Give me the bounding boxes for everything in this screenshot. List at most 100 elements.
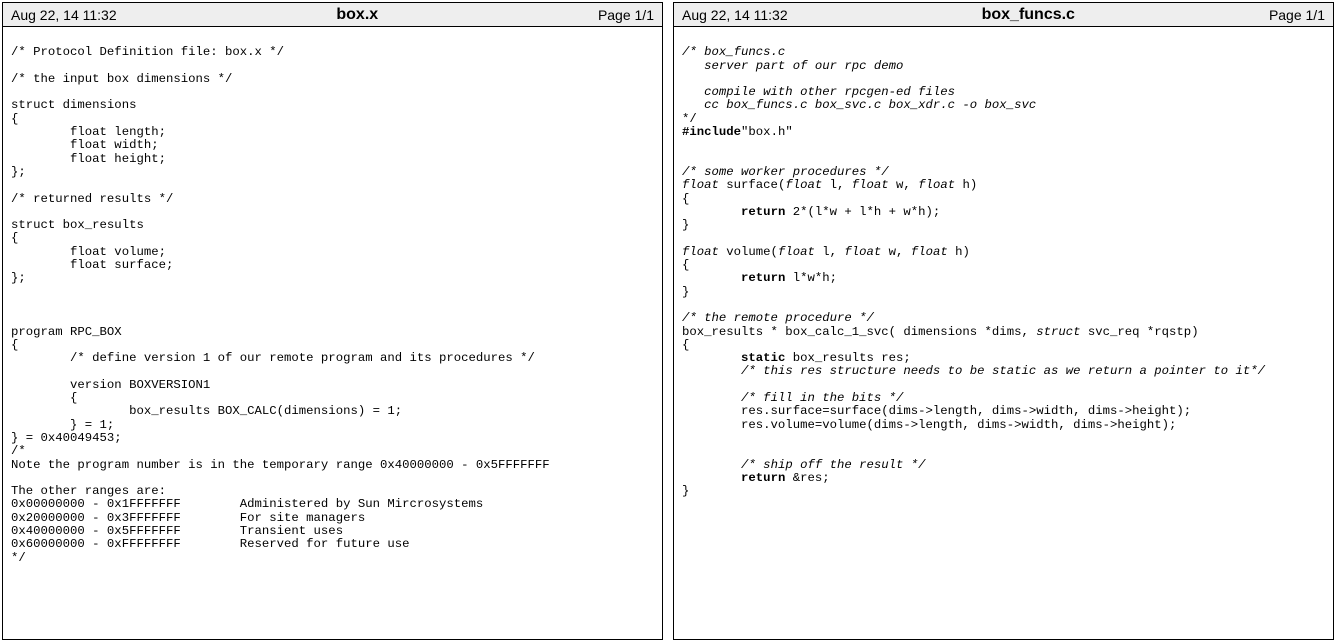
code-line: 0x40000000 - 0x5FFFFFFF Transient uses [11, 524, 343, 538]
code-line: float surface; [11, 258, 173, 272]
code-line: Note the program number is in the tempor… [11, 458, 550, 472]
code-line: struct dimensions [11, 98, 136, 112]
sig: box_results * box_calc_1_svc( dimensions… [682, 325, 1036, 339]
header-pageno: Page 1/1 [598, 7, 654, 23]
code-line: The other ranges are: [11, 484, 166, 498]
header-date: Aug 22, 14 11:32 [11, 7, 117, 23]
code-line: float length; [11, 125, 166, 139]
code-line: cc box_funcs.c box_svc.c box_xdr.c -o bo… [682, 98, 1036, 112]
type-float: float [682, 178, 719, 192]
code-line: }; [11, 165, 26, 179]
code-line: */ [682, 112, 697, 126]
decl: box_results res; [785, 351, 910, 365]
keyword-return: return [741, 271, 785, 285]
sig: l, [815, 245, 845, 259]
code-line: 0x00000000 - 0x1FFFFFFF Administered by … [11, 497, 483, 511]
header-title: box.x [117, 6, 598, 24]
code-line: /* the remote procedure */ [682, 311, 874, 325]
comment: /* this res structure needs to be static… [741, 364, 1265, 378]
code-left: /* Protocol Definition file: box.x */ /*… [3, 27, 662, 571]
keyword-return: return [741, 205, 785, 219]
code-line: { [11, 391, 77, 405]
type-float: float [682, 245, 719, 259]
code-line: static box_results res; [682, 351, 911, 365]
code-line: float volume(float l, float w, float h) [682, 245, 970, 259]
code-line: } [682, 218, 689, 232]
page-header-left: Aug 22, 14 11:32 box.x Page 1/1 [3, 3, 662, 27]
code-line: */ [11, 551, 26, 565]
code-line: struct box_results [11, 218, 144, 232]
pad [682, 471, 741, 485]
code-line: float surface(float l, float w, float h) [682, 178, 977, 192]
type-float: float [844, 245, 881, 259]
code-line: /* some worker procedures */ [682, 165, 889, 179]
pad [682, 391, 741, 405]
code-line: /* fill in the bits */ [682, 391, 903, 405]
code-line: return 2*(l*w + l*h + w*h); [682, 205, 940, 219]
keyword-include: #include [682, 125, 741, 139]
code-line: }; [11, 271, 26, 285]
sig: w, [881, 245, 911, 259]
code-line: { [11, 231, 18, 245]
code-line: /* the input box dimensions */ [11, 72, 232, 86]
sig: h) [948, 245, 970, 259]
sig: surface( [719, 178, 785, 192]
type-float: float [778, 245, 815, 259]
page-left: Aug 22, 14 11:32 box.x Page 1/1 /* Proto… [2, 2, 663, 640]
expr: l*w*h; [785, 271, 837, 285]
sig: l, [822, 178, 852, 192]
code-line: /* returned results */ [11, 192, 173, 206]
sig: svc_req *rqstp) [1081, 325, 1199, 339]
type-float: float [785, 178, 822, 192]
pad [682, 351, 741, 365]
code-line: /* ship off the result */ [682, 458, 926, 472]
pad [682, 458, 741, 472]
code-line: } = 0x40049453; [11, 431, 122, 445]
type-float: float [918, 178, 955, 192]
code-line: float height; [11, 152, 166, 166]
code-line: res.surface=surface(dims->length, dims->… [682, 404, 1191, 418]
page-right: Aug 22, 14 11:32 box_funcs.c Page 1/1 /*… [673, 2, 1334, 640]
page-header-right: Aug 22, 14 11:32 box_funcs.c Page 1/1 [674, 3, 1333, 27]
code-line: } [682, 484, 689, 498]
code-line: /* this res structure needs to be static… [682, 364, 1265, 378]
code-line: float width; [11, 138, 159, 152]
code-line: program RPC_BOX [11, 325, 122, 339]
header-pageno: Page 1/1 [1269, 7, 1325, 23]
code-line: box_results BOX_CALC(dimensions) = 1; [11, 404, 402, 418]
pad [682, 205, 741, 219]
type-float: float [911, 245, 948, 259]
code-line: /* [11, 444, 26, 458]
code-line: version BOXVERSION1 [11, 378, 210, 392]
code-line: /* define version 1 of our remote progra… [11, 351, 535, 365]
code-line: res.volume=volume(dims->length, dims->wi… [682, 418, 1176, 432]
code-line: server part of our rpc demo [682, 59, 903, 73]
code-line: } = 1; [11, 418, 114, 432]
code-line: float volume; [11, 245, 166, 259]
code-line: { [682, 258, 689, 272]
expr: &res; [785, 471, 829, 485]
keyword-return: return [741, 471, 785, 485]
code-line: } [682, 285, 689, 299]
include-arg: "box.h" [741, 125, 793, 139]
code-line: { [682, 192, 689, 206]
code-line: 0x20000000 - 0x3FFFFFFF For site manager… [11, 511, 365, 525]
sig: h) [955, 178, 977, 192]
code-line: return &res; [682, 471, 830, 485]
code-line: /* box_funcs.c [682, 45, 785, 59]
sig: w, [889, 178, 919, 192]
header-title: box_funcs.c [788, 6, 1269, 24]
code-line: { [11, 338, 18, 352]
code-line: 0x60000000 - 0xFFFFFFFF Reserved for fut… [11, 537, 409, 551]
code-line: #include"box.h" [682, 125, 793, 139]
pad [682, 271, 741, 285]
comment: /* ship off the result */ [741, 458, 925, 472]
code-line: /* Protocol Definition file: box.x */ [11, 45, 284, 59]
keyword-struct: struct [1036, 325, 1080, 339]
keyword-static: static [741, 351, 785, 365]
comment: /* fill in the bits */ [741, 391, 903, 405]
code-line: return l*w*h; [682, 271, 837, 285]
pad [682, 364, 741, 378]
code-line: box_results * box_calc_1_svc( dimensions… [682, 325, 1199, 339]
code-line: { [11, 112, 18, 126]
